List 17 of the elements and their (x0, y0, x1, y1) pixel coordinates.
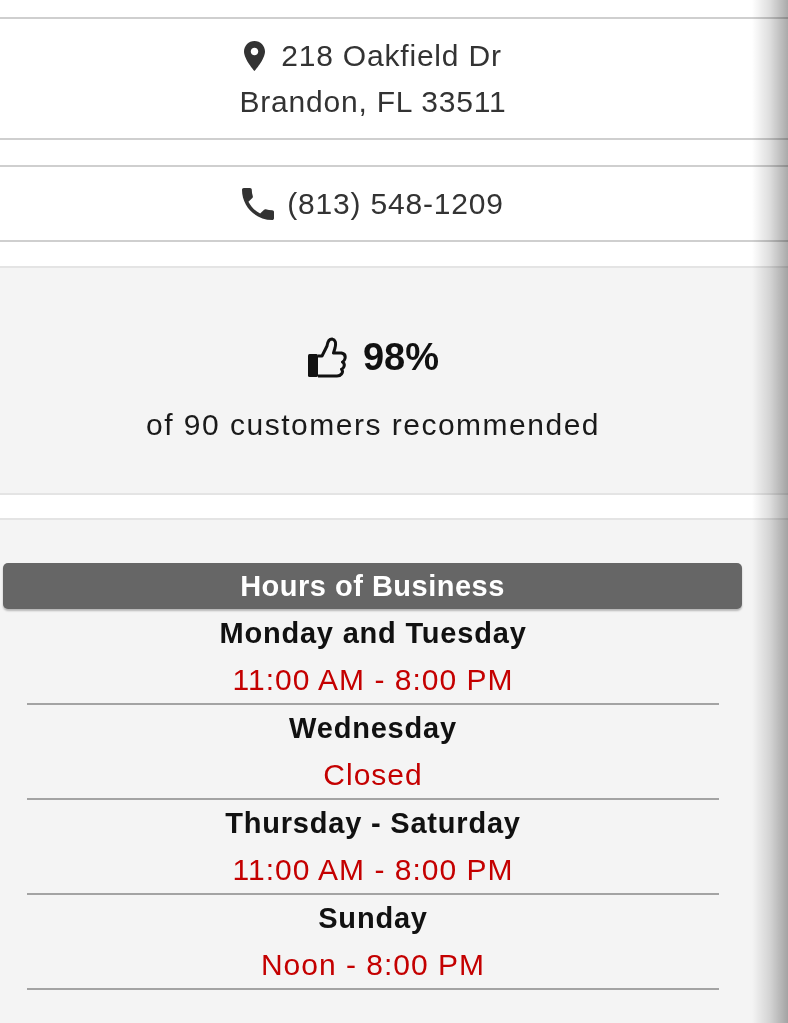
phone-number: (813) 548-1209 (287, 185, 504, 222)
hours-time: Noon - 8:00 PM (260, 947, 486, 983)
location-pin-icon (244, 40, 266, 71)
day-label: Sunday (318, 901, 428, 936)
day-label: Thursday - Saturday (225, 806, 521, 841)
hours-time: 11:00 AM - 8:00 PM (232, 852, 514, 888)
recommend-caption: of 90 customers recommended (146, 407, 600, 443)
address-line: Brandon, FL 33511 (239, 83, 507, 120)
hours-header: Hours of Business (3, 563, 742, 609)
address-line: 218 Oakfield Dr (281, 37, 502, 74)
day-label: Monday and Tuesday (219, 616, 527, 651)
day-label: Wednesday (289, 711, 457, 746)
hours-time: 11:00 AM - 8:00 PM (232, 662, 514, 698)
phone-icon (242, 187, 275, 220)
thumbs-up-icon (306, 336, 347, 378)
hours-time: Closed (323, 757, 423, 793)
recommend-percent: 98% (362, 335, 440, 380)
